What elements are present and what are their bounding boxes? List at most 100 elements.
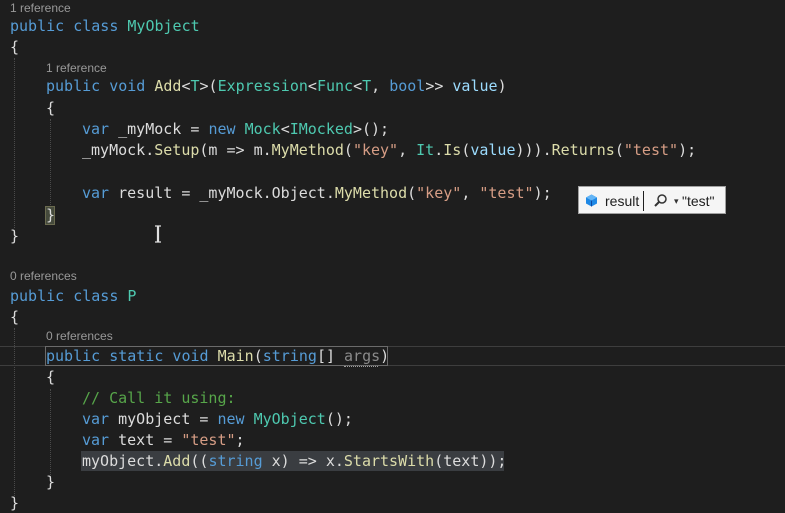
- codelens-add-method[interactable]: 1 reference: [46, 61, 107, 75]
- brace: }: [10, 494, 20, 512]
- method-name: Is: [443, 141, 462, 159]
- parameter: value: [452, 77, 498, 95]
- punct: ();: [325, 410, 353, 428]
- code-line[interactable]: public class P: [10, 286, 136, 306]
- type-param: T: [190, 77, 200, 95]
- code-line[interactable]: public static void Main(string[] args): [46, 346, 389, 366]
- punct: (text));: [434, 452, 507, 470]
- code-line[interactable]: var _myMock = new Mock<IMocked>();: [82, 119, 389, 139]
- keyword: public static void: [46, 347, 218, 365]
- codelens-main-method[interactable]: 0 references: [46, 329, 113, 343]
- code-text: x) => x.: [262, 452, 344, 470]
- code-line[interactable]: {: [46, 98, 55, 118]
- code-line[interactable]: public class MyObject: [10, 16, 200, 36]
- brace: {: [10, 38, 20, 56]
- punct: <: [307, 77, 317, 95]
- punct: );: [533, 184, 552, 202]
- punct: ): [380, 347, 390, 365]
- keyword: var: [82, 184, 119, 202]
- magnifier-icon[interactable]: [653, 193, 668, 208]
- string-literal: "test": [181, 431, 236, 449]
- punct: <: [353, 77, 363, 95]
- punct: >();: [352, 120, 390, 138]
- code-line[interactable]: var result = _myMock.Object.MyMethod("ke…: [82, 183, 552, 203]
- code-line[interactable]: {: [10, 37, 19, 57]
- datatip[interactable]: result ▾ "test": [578, 186, 726, 214]
- visualizer-dropdown-icon[interactable]: ▾: [674, 194, 679, 208]
- code-text: _myMock =: [118, 120, 209, 138]
- code-line[interactable]: {: [46, 367, 55, 387]
- type-name: Func: [316, 77, 354, 95]
- code-text: (m => m.: [199, 141, 272, 159]
- punct: ,: [371, 77, 390, 95]
- punct: []: [316, 347, 345, 365]
- keyword: var: [82, 431, 119, 449]
- type-name: It: [416, 141, 435, 159]
- type-name: IMocked: [289, 120, 353, 138]
- punct: (: [461, 141, 471, 159]
- parameter: value: [470, 141, 516, 159]
- codelens-class-p[interactable]: 0 references: [10, 269, 77, 283]
- indent-guide: [50, 389, 51, 477]
- method-name: StartsWith: [343, 452, 435, 470]
- string-literal: "test": [479, 184, 534, 202]
- class-name: P: [127, 287, 137, 305]
- punct: ,: [398, 141, 417, 159]
- method-name: Main: [217, 347, 254, 365]
- code-line[interactable]: myObject.Add((string x) => x.StartsWith(…: [82, 451, 506, 471]
- method-name: MyMethod: [271, 141, 344, 159]
- keyword: new: [208, 120, 245, 138]
- code-line[interactable]: }: [46, 205, 55, 225]
- keyword: public class: [10, 17, 128, 35]
- code-editor[interactable]: 1 reference 1 reference 0 references 0 r…: [0, 0, 785, 513]
- code-line[interactable]: }: [10, 226, 19, 246]
- keyword: var: [82, 410, 119, 428]
- code-line[interactable]: // Call it using:: [82, 388, 236, 408]
- type-name: Mock: [244, 120, 281, 138]
- keyword: new: [217, 410, 254, 428]
- indent-guide: [14, 58, 15, 228]
- punct: (: [614, 141, 624, 159]
- type-name: Expression: [217, 77, 308, 95]
- punct: <: [280, 120, 290, 138]
- method-name: Add: [163, 452, 191, 470]
- punct: (: [253, 347, 263, 365]
- keyword: var: [82, 120, 119, 138]
- code-line[interactable]: }: [10, 493, 19, 513]
- method-name: Add: [154, 77, 182, 95]
- class-name: MyObject: [127, 17, 200, 35]
- code-line[interactable]: {: [10, 307, 19, 327]
- type-param: T: [362, 77, 372, 95]
- text-caret: [643, 191, 644, 211]
- datatip-value[interactable]: "test": [682, 192, 715, 210]
- local-variable-icon: [586, 194, 597, 207]
- keyword: string: [262, 347, 317, 365]
- punct: ;: [235, 431, 245, 449]
- punct: >>: [425, 77, 453, 95]
- code-line[interactable]: _myMock.Setup(m => m.MyMethod("key", It.…: [82, 140, 696, 160]
- code-line[interactable]: public void Add<T>(Expression<Func<T, bo…: [46, 76, 507, 96]
- keyword: string: [208, 452, 263, 470]
- method-name: Returns: [551, 141, 615, 159]
- code-text: result = _myMock.Object.: [118, 184, 335, 202]
- codelens-class-myobject[interactable]: 1 reference: [10, 1, 71, 15]
- punct: <: [181, 77, 191, 95]
- code-text: myObject =: [118, 410, 218, 428]
- brace: {: [46, 368, 56, 386]
- method-name: Setup: [154, 141, 200, 159]
- punct: .: [434, 141, 444, 159]
- string-literal: "test": [623, 141, 679, 159]
- code-line[interactable]: var myObject = new MyObject();: [82, 409, 353, 429]
- code-line[interactable]: var text = "test";: [82, 430, 245, 450]
- punct: >(: [199, 77, 218, 95]
- punct: ): [497, 77, 507, 95]
- keyword: public class: [10, 287, 128, 305]
- type-name: MyObject: [253, 410, 326, 428]
- brace: }: [46, 206, 56, 224]
- ibeam-cursor-icon: [155, 225, 161, 243]
- brace: {: [10, 308, 20, 326]
- code-text: myObject.: [82, 452, 164, 470]
- punct: ((: [190, 452, 209, 470]
- code-line[interactable]: }: [46, 472, 55, 492]
- punct: );: [678, 141, 697, 159]
